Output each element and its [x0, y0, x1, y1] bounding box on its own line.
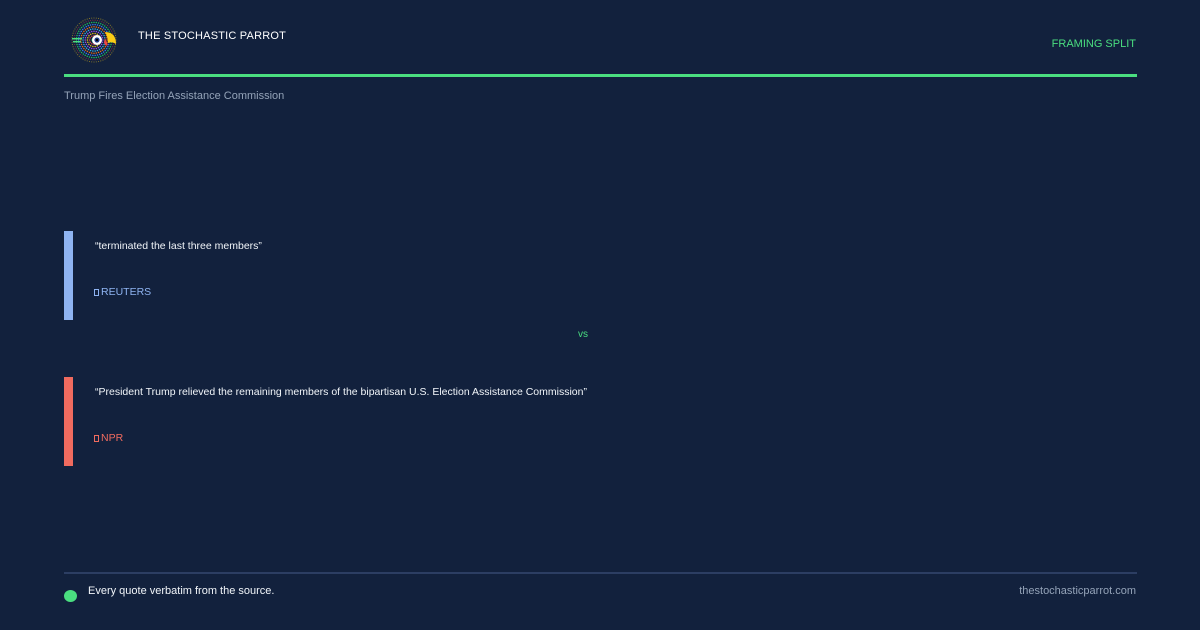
quote-card-npr: “President Trump relieved the remaining …	[64, 377, 1064, 466]
vs-label: vs	[578, 329, 588, 340]
framing-split-label: FRAMING SPLIT	[1051, 38, 1136, 50]
story-title: Trump Fires Election Assistance Commissi…	[64, 90, 285, 102]
source-icon	[94, 289, 99, 296]
quote-source-name: NPR	[101, 432, 124, 444]
quote-text: “President Trump relieved the remaining …	[95, 386, 587, 398]
brand-name: THE STOCHASTIC PARROT	[138, 30, 287, 42]
source-icon	[94, 435, 99, 442]
quote-source: NPR	[94, 432, 123, 444]
bottom-divider	[64, 572, 1137, 574]
quote-accent-bar	[64, 377, 73, 466]
quote-text: “terminated the last three members”	[95, 240, 262, 252]
quote-source: REUTERS	[94, 286, 151, 298]
top-divider	[64, 74, 1137, 77]
parrot-logo-icon	[71, 17, 117, 63]
quote-source-name: REUTERS	[101, 286, 152, 298]
footer-note: Every quote verbatim from the source.	[88, 585, 275, 597]
quote-card-reuters: “terminated the last three members” REUT…	[64, 231, 1064, 320]
quote-accent-bar	[64, 231, 73, 320]
footer-dot-icon	[64, 590, 77, 602]
footer-site-link[interactable]: thestochasticparrot.com	[1019, 585, 1136, 597]
